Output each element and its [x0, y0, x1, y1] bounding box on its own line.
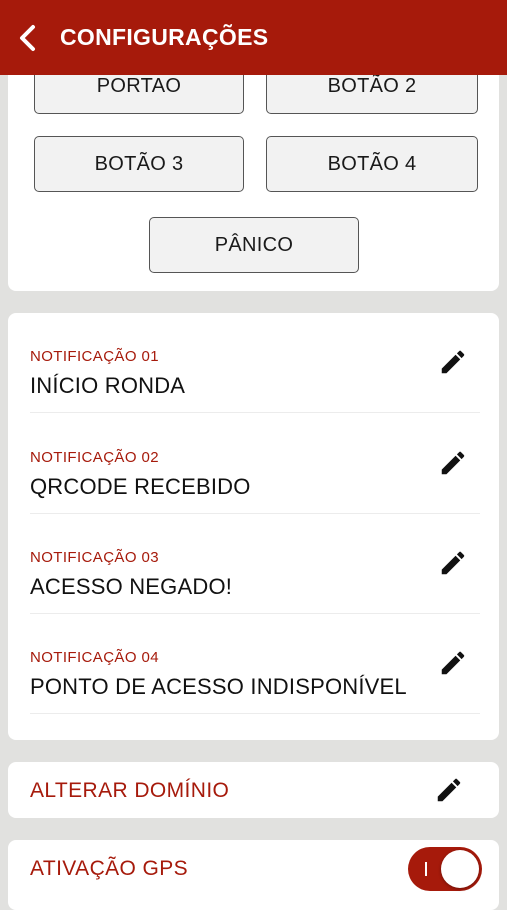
notification-label: NOTIFICAÇÃO 02: [30, 449, 159, 466]
edit-notification-3-button[interactable]: [436, 546, 470, 580]
pencil-icon: [441, 350, 465, 374]
notification-item-3[interactable]: NOTIFICAÇÃO 03 ACESSO NEGADO!: [30, 514, 480, 614]
change-domain-row[interactable]: ALTERAR DOMÍNIO: [8, 762, 499, 818]
notification-label: NOTIFICAÇÃO 04: [30, 649, 159, 666]
change-domain-label: ALTERAR DOMÍNIO: [30, 779, 230, 802]
button-config-card: PORTAO BOTÃO 2 BOTÃO 3 BOTÃO 4 PÂNICO: [8, 40, 499, 291]
notification-value: QRCODE RECEBIDO: [30, 474, 251, 499]
pencil-icon: [437, 778, 461, 802]
notification-item-1[interactable]: NOTIFICAÇÃO 01 INÍCIO RONDA: [30, 313, 480, 413]
edit-domain-button[interactable]: [432, 773, 466, 807]
pencil-icon: [441, 651, 465, 675]
notification-item-4[interactable]: NOTIFICAÇÃO 04 PONTO DE ACESSO INDISPONÍ…: [30, 614, 480, 714]
notification-label: NOTIFICAÇÃO 03: [30, 549, 159, 566]
notification-value: INÍCIO RONDA: [30, 373, 186, 398]
toggle-knob: [441, 850, 479, 888]
back-button[interactable]: [2, 0, 52, 75]
gps-toggle[interactable]: [408, 847, 482, 891]
app-header: CONFIGURAÇÕES: [0, 0, 507, 75]
notification-value: PONTO DE ACESSO INDISPONÍVEL: [30, 674, 407, 699]
pencil-icon: [441, 451, 465, 475]
notification-item-2[interactable]: NOTIFICAÇÃO 02 QRCODE RECEBIDO: [30, 414, 480, 514]
notification-value: ACESSO NEGADO!: [30, 574, 233, 599]
notification-label: NOTIFICAÇÃO 01: [30, 348, 159, 365]
chevron-left-icon: [20, 24, 35, 51]
gps-label: ATIVAÇÃO GPS: [30, 857, 189, 880]
edit-notification-1-button[interactable]: [436, 345, 470, 379]
panic-button[interactable]: PÂNICO: [149, 217, 359, 273]
toggle-on-mark: [425, 862, 427, 876]
pencil-icon: [441, 551, 465, 575]
button-3[interactable]: BOTÃO 3: [34, 136, 244, 192]
edit-notification-2-button[interactable]: [436, 446, 470, 480]
page-title: CONFIGURAÇÕES: [60, 24, 269, 50]
button-4[interactable]: BOTÃO 4: [266, 136, 478, 192]
notifications-card: NOTIFICAÇÃO 01 INÍCIO RONDA NOTIFICAÇÃO …: [8, 313, 499, 740]
edit-notification-4-button[interactable]: [436, 646, 470, 680]
